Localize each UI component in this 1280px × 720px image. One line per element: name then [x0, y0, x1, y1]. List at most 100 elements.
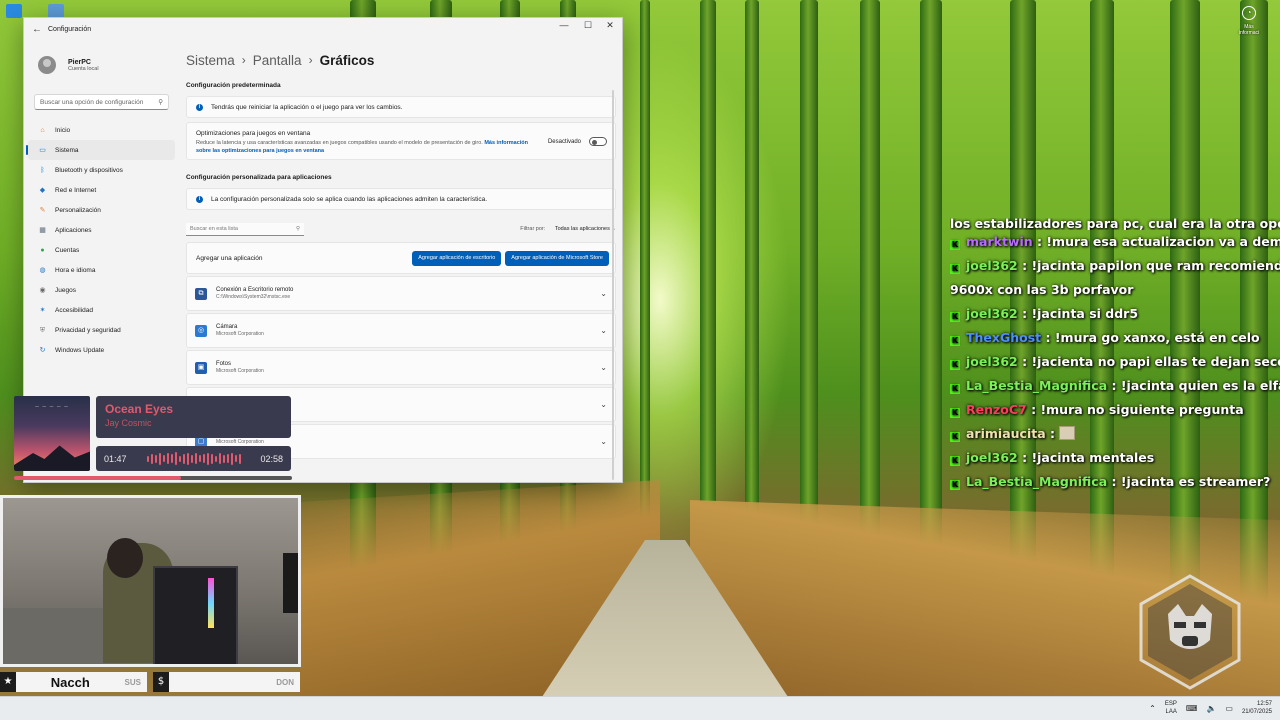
chat-username[interactable]: marktwin — [966, 234, 1033, 249]
chevron-down-icon[interactable]: ⌄ — [600, 437, 607, 446]
sidebar-item-label: Aplicaciones — [55, 226, 92, 234]
kick-badge-icon: K — [950, 432, 960, 442]
chevron-up-icon[interactable]: ⌃ — [1149, 704, 1156, 713]
volume-icon[interactable]: 🔈 — [1206, 704, 1216, 713]
desktop-icon[interactable] — [6, 4, 22, 18]
sidebar-item-sistema[interactable]: ▭ Sistema — [26, 140, 175, 160]
chevron-down-icon[interactable]: ⌄ — [600, 326, 607, 335]
sidebar-item-juegos[interactable]: ◉ Juegos — [24, 280, 179, 300]
back-arrow-icon[interactable]: ← — [32, 24, 48, 35]
settings-search-input[interactable]: Buscar una opción de configuración ⚲ — [34, 94, 169, 110]
chat-message: K La_Bestia_Magnifica : !jacinta es strea… — [950, 470, 1280, 494]
channel-logo — [1139, 574, 1241, 690]
maximize-icon[interactable]: ☐ — [576, 20, 600, 31]
sidebar-item-hora-e-idioma[interactable]: ◍ Hora e idioma — [24, 260, 179, 280]
title-bar: ← Configuración — ☐ ✕ — [24, 18, 622, 40]
windowed-opt-toggle[interactable]: Desactivado — [548, 137, 607, 146]
add-store-app-button[interactable]: Agregar aplicación de Microsoft Store — [505, 250, 609, 266]
kick-badge-icon: K — [950, 360, 960, 370]
restart-notice-text: Tendrás que reiniciar la aplicación o el… — [211, 103, 403, 111]
app-path: C:\Windows\System32\mstsc.exe — [216, 294, 291, 300]
chevron-down-icon[interactable]: ⌄ — [600, 400, 607, 409]
accessibility-icon: ✶ — [39, 306, 46, 314]
chat-username[interactable]: ThexGhost — [966, 330, 1041, 345]
breadcrumb-sistema[interactable]: Sistema — [186, 53, 235, 68]
emote-icon — [1059, 426, 1076, 440]
minimize-icon[interactable]: — — [552, 20, 576, 30]
stat-bar-sus: ★ Nacch SUS — [0, 672, 147, 692]
desktop-icon[interactable] — [48, 4, 64, 18]
sidebar-item-label: Privacidad y seguridad — [55, 326, 121, 334]
breadcrumb-pantalla[interactable]: Pantalla — [253, 53, 302, 68]
scrollbar[interactable] — [612, 90, 614, 480]
track-info: Ocean Eyes Jay Cosmic — [96, 396, 291, 438]
chevron-down-icon[interactable]: ⌄ — [600, 289, 607, 298]
clock[interactable]: 12:57 21/07/2025 — [1242, 700, 1272, 716]
waveform-bar — [158, 452, 161, 465]
waveform-bar — [230, 452, 233, 465]
waveform-bar — [166, 453, 169, 464]
chat-username[interactable]: joel362 — [966, 450, 1018, 465]
toggle-switch[interactable] — [589, 137, 607, 146]
windowed-opt-desc: Reduce la latencia y usa características… — [196, 139, 536, 155]
app-row[interactable]: ⧉ Conexión a Escritorio remoto C:\Windows\… — [186, 276, 616, 311]
sidebar-item-label: Bluetooth y dispositivos — [55, 166, 123, 174]
filter-dropdown[interactable]: Filtrar por: Todas las aplicaciones ⌄ — [520, 226, 616, 232]
sidebar-item-personalizaci-n[interactable]: ✎ Personalización — [24, 200, 179, 220]
search-icon: ⚲ — [158, 99, 163, 106]
waveform-bar — [222, 454, 225, 463]
network-icon[interactable]: ⌨ — [1186, 704, 1198, 713]
waveform-bar — [206, 452, 209, 465]
chat-separator: : — [1017, 258, 1032, 273]
clock-time: 12:57 — [1256, 701, 1272, 707]
sidebar-item-red-e-internet[interactable]: ◆ Red e Internet — [24, 180, 179, 200]
add-desktop-app-button[interactable]: Agregar aplicación de escritorio — [412, 250, 502, 266]
chat-text: !mura no siguiente pregunta — [1040, 402, 1244, 417]
filter-row: Buscar en esta lista ⚲ Filtrar por: Toda… — [186, 222, 616, 236]
chat-message: K ThexGhost : !mura go xanxo, está en cel… — [950, 326, 1280, 350]
corner-widget[interactable]: ◔ Más informaci — [1232, 6, 1266, 36]
sidebar-item-label: Personalización — [55, 206, 101, 214]
chat-message: Karimiaucita : — [950, 422, 1280, 446]
waveform-bar — [186, 452, 189, 465]
widget-icon: ◔ — [1242, 6, 1256, 20]
sidebar-item-label: Inicio — [55, 126, 71, 134]
sidebar-item-privacidad-y-seguridad[interactable]: ⛨ Privacidad y seguridad — [24, 320, 179, 340]
chat-username[interactable]: La_Bestia_Magnifica — [966, 474, 1107, 489]
app-row[interactable]: ▣ Fotos Microsoft Corporation ⌄ — [186, 350, 616, 385]
webcam-feed — [0, 495, 301, 667]
chat-username[interactable]: joel362 — [966, 258, 1018, 273]
chat-text: !jacinta quien es la elfa? — [1120, 378, 1280, 393]
sidebar-item-label: Sistema — [55, 146, 79, 154]
lang-top: ESP — [1164, 701, 1177, 707]
sidebar-item-accesibilidad[interactable]: ✶ Accesibilidad — [24, 300, 179, 320]
waveform-bar — [162, 455, 165, 462]
chat-username[interactable]: joel362 — [966, 306, 1018, 321]
waveform-bar — [178, 455, 181, 462]
sidebar-item-cuentas[interactable]: ● Cuentas — [24, 240, 179, 260]
app-name: Fotos — [216, 361, 232, 367]
app-name: Conexión a Escritorio remoto — [216, 287, 294, 293]
app-row[interactable]: ◎ Cámara Microsoft Corporation ⌄ — [186, 313, 616, 348]
page-title: Gráficos — [319, 52, 375, 68]
sidebar-item-windows-update[interactable]: ↻ Windows Update — [24, 340, 179, 360]
chevron-down-icon[interactable]: ⌄ — [600, 363, 607, 372]
restart-notice: i Tendrás que reiniciar la aplicación o … — [186, 96, 616, 118]
battery-icon[interactable]: ▭ — [1225, 704, 1233, 713]
sidebar-item-aplicaciones[interactable]: ▦ Aplicaciones — [24, 220, 179, 240]
chat-username[interactable]: La_Bestia_Magnifica — [966, 378, 1107, 393]
close-icon[interactable]: ✕ — [598, 20, 622, 31]
list-search-input[interactable]: Buscar en esta lista ⚲ — [186, 222, 304, 236]
chat-username[interactable]: RenzoC7 — [966, 402, 1027, 417]
chat-username[interactable]: arimiaucita — [966, 426, 1046, 441]
chat-username[interactable]: joel362 — [966, 354, 1018, 369]
language-indicator[interactable]: ESP LAA — [1165, 700, 1177, 716]
sidebar-item-inicio[interactable]: ⌂ Inicio — [24, 120, 179, 140]
chat-text: !jacienta no papi ellas te dejan seco — [1031, 354, 1280, 369]
sidebar-item-bluetooth-y-dispositivos[interactable]: ᛒ Bluetooth y dispositivos — [24, 160, 179, 180]
waveform-bar — [182, 453, 185, 464]
list-search-placeholder: Buscar en esta lista — [190, 225, 238, 232]
waveform-bar — [170, 454, 173, 463]
waveform-bar — [234, 455, 237, 462]
profile-card[interactable]: PierPC Cuenta local — [24, 40, 179, 80]
